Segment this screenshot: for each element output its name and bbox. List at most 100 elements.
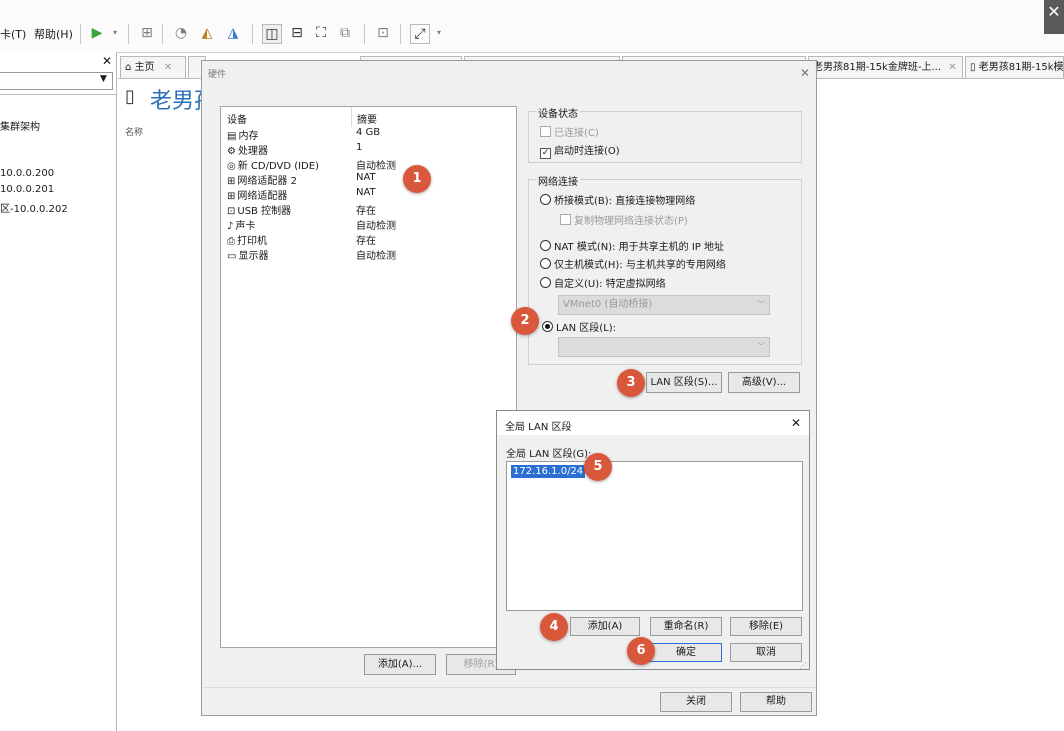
chevron-down-icon: ﹀ xyxy=(757,342,765,351)
column-header-name: 名称 xyxy=(125,128,144,138)
device-row[interactable]: ♪ 声卡 自动检测 xyxy=(227,217,507,232)
add-segment-button[interactable]: 添加(A) xyxy=(570,617,640,636)
replicate-state-checkbox[interactable]: 复制物理网络连接状态(P) xyxy=(560,212,688,227)
fullscreen-icon[interactable]: ⛶ xyxy=(312,24,330,42)
checkbox-label: 启动时连接(O) xyxy=(554,146,620,157)
tab-vm[interactable]: 老男孩81期-15k金牌班-上... ✕ xyxy=(808,56,963,78)
cancel-button[interactable]: 取消 xyxy=(730,643,802,662)
menu-help[interactable]: 帮助(H) xyxy=(34,26,73,42)
radio-label: 自定义(U): 特定虚拟网络 xyxy=(554,279,666,290)
device-row[interactable]: ◎ 新 CD/DVD (IDE) 自动检测 xyxy=(227,157,507,172)
device-summary: 自动检测 xyxy=(356,161,396,172)
device-row[interactable]: ⚙ 处理器 1 xyxy=(227,142,507,157)
device-row[interactable]: ⊞ 网络适配器 2 NAT xyxy=(227,172,507,187)
device-name-text: 打印机 xyxy=(237,236,267,247)
custom-radio[interactable]: 自定义(U): 特定虚拟网络 xyxy=(540,275,666,290)
dialog-close-button[interactable]: ✕ xyxy=(791,416,801,430)
radio-circle xyxy=(540,240,551,251)
device-summary: NAT xyxy=(356,172,376,183)
device-name-text: 新 CD/DVD (IDE) xyxy=(237,161,319,172)
tree-item[interactable]: 10.0.0.201 xyxy=(0,184,54,195)
remove-segment-button[interactable]: 移除(E) xyxy=(730,617,802,636)
thumbnail-view-icon[interactable]: ⊟ xyxy=(288,24,306,42)
stretch-icon[interactable]: ⤢ xyxy=(410,24,430,44)
step-badge-4: 4 xyxy=(540,613,568,641)
help-button[interactable]: 帮助 xyxy=(740,692,812,712)
device-name: ⊡ USB 控制器 xyxy=(227,202,291,217)
chevron-down-icon[interactable]: ▼ xyxy=(100,74,107,84)
lan-segment-select[interactable]: ﹀ xyxy=(558,337,770,357)
connected-checkbox[interactable]: 已连接(C) xyxy=(540,124,599,139)
library-search-combo[interactable] xyxy=(0,72,113,90)
device-summary: 存在 xyxy=(356,206,376,217)
network-icon: ⊞ xyxy=(227,176,236,187)
sidebar-view-icon[interactable]: ◫ xyxy=(262,24,282,44)
snapshot-icon[interactable]: ◔ xyxy=(172,24,190,42)
radio-circle-selected xyxy=(542,321,553,332)
ok-button[interactable]: 确定 xyxy=(650,643,722,662)
radio-circle xyxy=(540,258,551,269)
chevron-down-icon[interactable]: ▾ xyxy=(430,24,448,42)
snapshot-revert-icon[interactable]: ◭ xyxy=(198,24,216,42)
console-icon[interactable]: ⊡ xyxy=(374,24,392,42)
network-icon: ⊞ xyxy=(227,191,236,202)
device-row[interactable]: ▭ 显示器 自动检测 xyxy=(227,247,507,262)
device-list[interactable]: 设备 摘要 ▤ 内存 4 GB ⚙ 处理器 1 ◎ 新 CD/DVD (IDE) 自动检测 ⊞ 网络… xyxy=(220,106,517,648)
chevron-down-icon: ﹀ xyxy=(757,300,765,309)
menu-tab[interactable]: 卡(T) xyxy=(0,26,26,42)
device-summary: 1 xyxy=(356,142,363,153)
dialog-close-button[interactable]: ✕ xyxy=(800,66,810,80)
custom-network-select[interactable]: VMnet0 (自动桥接) ﹀ xyxy=(558,295,770,315)
cpu-icon: ⚙ xyxy=(227,146,236,157)
list-label: 全局 LAN 区段(G): xyxy=(506,449,592,460)
vm-icon: ▯ xyxy=(970,62,976,73)
list-item-selected[interactable]: 172.16.1.0/24 xyxy=(511,465,586,478)
toolbar-divider xyxy=(162,24,163,44)
unity-icon[interactable]: ⧉ xyxy=(336,24,354,42)
sound-icon: ♪ xyxy=(227,221,234,232)
advanced-button[interactable]: 高级(V)... xyxy=(728,372,800,393)
tab-home[interactable]: ⌂ 主页 ✕ xyxy=(120,56,186,78)
host-only-radio[interactable]: 仅主机模式(H): 与主机共享的专用网络 xyxy=(540,256,726,271)
tab-close-button[interactable]: ✕ xyxy=(164,62,172,73)
window-close-button[interactable]: ✕ xyxy=(1044,0,1064,34)
select-value: VMnet0 (自动桥接) xyxy=(563,299,653,310)
lan-segment-radio[interactable]: LAN 区段(L): xyxy=(542,319,616,334)
tree-item[interactable]: 10.0.0.200 xyxy=(0,168,54,179)
usb-icon: ⊡ xyxy=(227,206,236,217)
library-panel: ✕ ▼ 集群架构 10.0.0.200 10.0.0.201 区-10.0.0.… xyxy=(0,52,117,731)
chevron-down-icon[interactable]: ▾ xyxy=(106,24,124,42)
radio-label: 仅主机模式(H): 与主机共享的专用网络 xyxy=(554,260,726,271)
play-icon[interactable]: ▶ xyxy=(88,24,106,42)
network-icon[interactable]: ⊞ xyxy=(138,24,156,42)
library-close-button[interactable]: ✕ xyxy=(102,54,112,68)
library-divider xyxy=(0,94,116,95)
add-device-button[interactable]: 添加(A)... xyxy=(364,654,436,675)
device-row[interactable]: ⎙ 打印机 存在 xyxy=(227,232,507,247)
close-button[interactable]: 关闭 xyxy=(660,692,732,712)
checkbox-box xyxy=(540,126,551,137)
nat-radio[interactable]: NAT 模式(N): 用于共享主机的 IP 地址 xyxy=(540,238,724,253)
lan-segments-button[interactable]: LAN 区段(S)... xyxy=(646,372,722,393)
device-name-text: 网络适配器 xyxy=(237,191,288,202)
tree-item[interactable]: 集群架构 xyxy=(0,118,40,133)
lan-segment-list[interactable]: 172.16.1.0/24 xyxy=(506,461,803,611)
snapshot-manager-icon[interactable]: ◮ xyxy=(224,24,242,42)
connect-on-start-checkbox[interactable]: ✓ 启动时连接(O) xyxy=(540,142,620,159)
toolbar-divider xyxy=(252,24,253,44)
tree-item[interactable]: 区-10.0.0.202 xyxy=(0,200,68,215)
column-divider xyxy=(351,107,352,127)
device-row[interactable]: ⊡ USB 控制器 存在 xyxy=(227,202,507,217)
memory-icon: ▤ xyxy=(227,131,237,142)
rename-segment-button[interactable]: 重命名(R) xyxy=(650,617,722,636)
device-name-text: USB 控制器 xyxy=(237,206,292,217)
resize-grip-icon[interactable]: ⋰ xyxy=(799,661,807,670)
device-row[interactable]: ▤ 内存 4 GB xyxy=(227,127,507,142)
tab-vm[interactable]: ▯ 老男孩81期-15k模 xyxy=(965,56,1064,78)
group-label: 设备状态 xyxy=(536,105,580,120)
printer-icon: ⎙ xyxy=(227,236,235,247)
bridged-radio[interactable]: 桥接模式(B): 直接连接物理网络 xyxy=(540,192,695,207)
device-row[interactable]: ⊞ 网络适配器 NAT xyxy=(227,187,507,202)
tab-close-button[interactable]: ✕ xyxy=(948,62,956,73)
display-icon: ▭ xyxy=(227,251,237,262)
